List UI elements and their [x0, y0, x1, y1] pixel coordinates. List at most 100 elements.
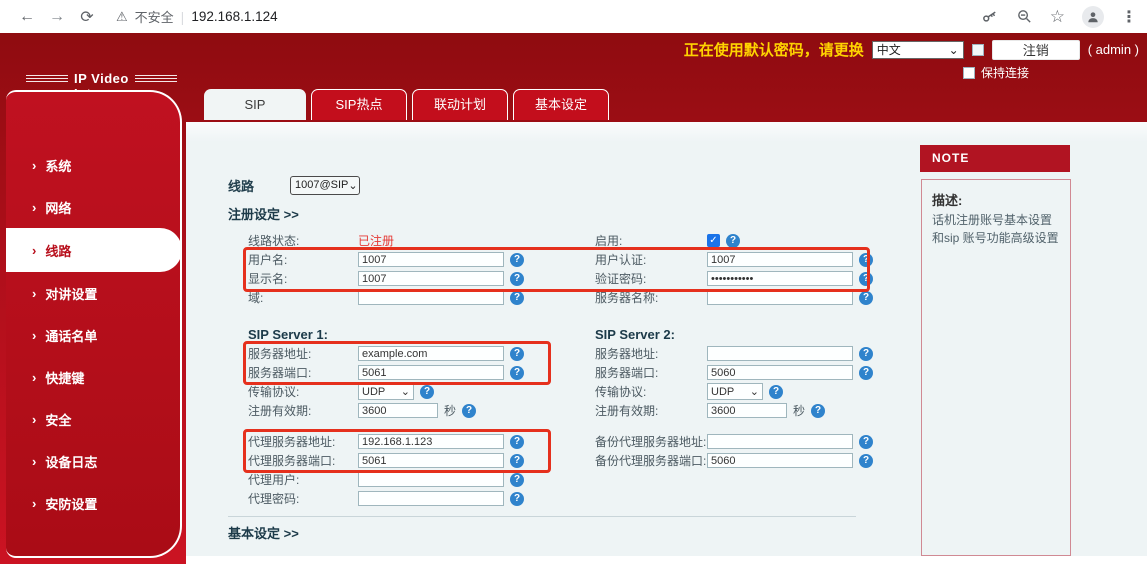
reload-icon[interactable]: ⟳	[72, 7, 102, 27]
server1-address-input[interactable]	[358, 346, 504, 361]
note-desc-text: 话机注册账号基本设置和sip 账号功能高级设置	[932, 211, 1060, 247]
row-transport-protocol: 传输协议: UDP⌄ ? 传输协议: UDP⌄ ?	[248, 382, 916, 401]
proxy-user-input[interactable]	[358, 472, 504, 487]
help-icon[interactable]: ?	[726, 234, 740, 248]
help-icon[interactable]: ?	[859, 347, 873, 361]
auth-user-label: 用户认证:	[595, 251, 707, 268]
browser-menu-icon[interactable]: ⋮	[1121, 7, 1137, 27]
auth-password-input[interactable]	[707, 271, 853, 286]
help-icon[interactable]: ?	[859, 291, 873, 305]
backup-proxy-address-input[interactable]	[707, 434, 853, 449]
logout-button[interactable]: 注销	[992, 40, 1080, 60]
row-display-name: 显示名: ? 验证密码: ?	[248, 269, 916, 288]
register-settings-title[interactable]: 注册设定 >>	[228, 204, 916, 221]
help-icon[interactable]: ?	[811, 404, 825, 418]
address-bar[interactable]: ⚠ 不安全 | 192.168.1.124	[116, 7, 278, 26]
server1-expire-label: 注册有效期:	[248, 402, 358, 419]
url-text[interactable]: 192.168.1.124	[191, 9, 277, 24]
server1-port-label: 服务器端口:	[248, 364, 358, 381]
help-icon[interactable]: ?	[859, 435, 873, 449]
proxy-port-input[interactable]	[358, 453, 504, 468]
help-icon[interactable]: ?	[510, 291, 524, 305]
help-icon[interactable]: ?	[859, 366, 873, 380]
server1-port-input[interactable]	[358, 365, 504, 380]
username-label: 用户名:	[248, 251, 358, 268]
server-name-input[interactable]	[707, 290, 853, 305]
display-name-input[interactable]	[358, 271, 504, 286]
server2-protocol-select[interactable]: UDP⌄	[707, 383, 763, 400]
logged-in-user: ( admin )	[1088, 42, 1139, 57]
server2-address-label: 服务器地址:	[595, 345, 707, 362]
help-icon[interactable]: ?	[510, 454, 524, 468]
help-icon[interactable]: ?	[420, 385, 434, 399]
sidebar-item-intercom-settings[interactable]: ›对讲设置	[6, 272, 180, 314]
proxy-address-input[interactable]	[358, 434, 504, 449]
profile-avatar[interactable]	[1082, 6, 1104, 28]
sidebar-item-security[interactable]: ›安全	[6, 398, 180, 440]
sidebar-item-device-log[interactable]: ›设备日志	[6, 440, 180, 482]
server1-protocol-label: 传输协议:	[248, 383, 358, 400]
header-bar: 正在使用默认密码，请更换 中文 ⌄ 注销 ( admin )	[684, 39, 1139, 60]
server2-port-input[interactable]	[707, 365, 853, 380]
help-icon[interactable]: ?	[510, 473, 524, 487]
row-server-port: 服务器端口: ? 服务器端口: ?	[248, 363, 916, 382]
tab-action-plan[interactable]: 联动计划	[412, 89, 508, 120]
help-icon[interactable]: ?	[510, 253, 524, 267]
sidebar-item-network[interactable]: ›网络	[6, 186, 180, 228]
tab-bar: SIP SIP热点 联动计划 基本设定	[204, 89, 609, 120]
row-domain: 域: ? 服务器名称: ?	[248, 288, 916, 307]
proxy-password-input[interactable]	[358, 491, 504, 506]
keep-connected-checkbox[interactable]	[963, 67, 975, 79]
backup-proxy-port-label: 备份代理服务器端口:	[595, 452, 707, 469]
server2-address-input[interactable]	[707, 346, 853, 361]
backup-proxy-address-label: 备份代理服务器地址:	[595, 433, 707, 450]
server2-expire-label: 注册有效期:	[595, 402, 707, 419]
help-icon[interactable]: ?	[510, 366, 524, 380]
header-checkbox[interactable]	[972, 44, 984, 56]
server1-expire-unit: 秒	[444, 402, 456, 419]
sidebar-item-system[interactable]: ›系统	[6, 144, 180, 186]
tab-basic-settings[interactable]: 基本设定	[513, 89, 609, 120]
help-icon[interactable]: ?	[859, 272, 873, 286]
username-input[interactable]	[358, 252, 504, 267]
language-select[interactable]: 中文 ⌄	[872, 41, 964, 59]
sidebar-item-line[interactable]: ›线路	[6, 228, 182, 272]
backup-proxy-port-input[interactable]	[707, 453, 853, 468]
server2-expire-input[interactable]	[707, 403, 787, 418]
zoom-icon[interactable]	[1016, 8, 1033, 25]
help-icon[interactable]: ?	[510, 435, 524, 449]
domain-input[interactable]	[358, 290, 504, 305]
keep-connected-row: 保持连接	[963, 64, 1029, 81]
sip-server2-title: SIP Server 2:	[595, 327, 707, 342]
back-icon[interactable]: ←	[12, 8, 42, 26]
note-box: 描述: 话机注册账号基本设置和sip 账号功能高级设置	[921, 179, 1071, 556]
section-divider	[228, 516, 856, 517]
not-secure-warning-icon[interactable]: ⚠	[116, 9, 128, 25]
enable-checkbox[interactable]: ✓	[707, 234, 720, 247]
help-icon[interactable]: ?	[859, 253, 873, 267]
key-icon[interactable]	[981, 8, 999, 26]
bookmark-star-icon[interactable]: ☆	[1050, 8, 1065, 25]
sip-settings-form: 线路 1007@SIP ⌄ 注册设定 >> 线路状态: 已注册 启用: ✓ ?	[186, 122, 916, 539]
tab-sip-hotspot[interactable]: SIP热点	[311, 89, 407, 120]
server1-expire-input[interactable]	[358, 403, 438, 418]
server1-protocol-select[interactable]: UDP⌄	[358, 383, 414, 400]
chevron-right-icon: ›	[32, 496, 36, 511]
auth-user-input[interactable]	[707, 252, 853, 267]
sidebar-item-function-key[interactable]: ›快捷键	[6, 356, 180, 398]
help-icon[interactable]: ?	[510, 272, 524, 286]
sidebar-item-label: 系统	[45, 156, 71, 175]
forward-icon[interactable]: →	[42, 8, 72, 26]
tab-sip[interactable]: SIP	[204, 89, 306, 120]
display-name-label: 显示名:	[248, 270, 358, 287]
basic-settings-title[interactable]: 基本设定 >>	[228, 523, 916, 539]
sidebar-item-label: 快捷键	[45, 368, 84, 387]
help-icon[interactable]: ?	[510, 492, 524, 506]
help-icon[interactable]: ?	[462, 404, 476, 418]
help-icon[interactable]: ?	[769, 385, 783, 399]
help-icon[interactable]: ?	[510, 347, 524, 361]
help-icon[interactable]: ?	[859, 454, 873, 468]
sidebar-item-call-list[interactable]: ›通话名单	[6, 314, 180, 356]
sidebar-item-security-settings[interactable]: ›安防设置	[6, 482, 180, 524]
line-select[interactable]: 1007@SIP ⌄	[290, 176, 360, 195]
